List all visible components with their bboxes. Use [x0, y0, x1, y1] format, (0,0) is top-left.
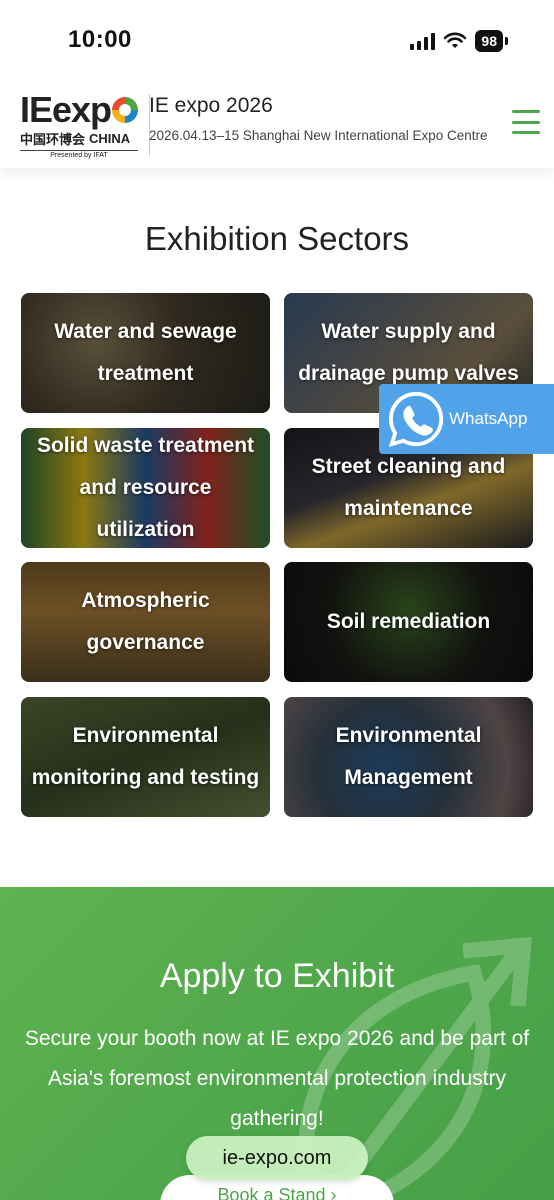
logo-presented-by: Presented by IFAT: [20, 150, 138, 159]
sectors-title: Exhibition Sectors: [144, 220, 410, 257]
sector-label: Solid waste treatment and resource utili…: [36, 434, 255, 541]
sector-card-atmospheric[interactable]: Atmospheric governance: [21, 562, 270, 682]
sector-label: Atmospheric governance: [81, 589, 210, 654]
sector-card-solid-waste[interactable]: Solid waste treatment and resource utili…: [21, 428, 270, 548]
sector-card-soil-remediation[interactable]: Soil remediation: [284, 562, 533, 682]
status-time: 10:00: [68, 26, 132, 53]
browser-url-bar[interactable]: ie-expo.com: [186, 1136, 368, 1180]
url-text: ie-expo.com: [222, 1146, 332, 1169]
whatsapp-button[interactable]: WhatsApp: [379, 384, 554, 454]
sector-card-water-sewage[interactable]: Water and sewage treatment: [21, 293, 270, 413]
status-icons: 98: [410, 30, 508, 52]
hamburger-menu-icon[interactable]: [512, 110, 540, 134]
header-subtitle: 2026.04.13–15 Shanghai New International…: [149, 128, 488, 143]
battery-icon: 98: [475, 30, 508, 52]
apply-title: Apply to Exhibit: [159, 957, 395, 995]
cellular-signal-icon: [410, 32, 436, 50]
logo-wordmark: IEexp: [20, 92, 146, 128]
sector-label: Soil remediation: [326, 610, 491, 633]
sector-label: Environmental Management: [335, 724, 482, 789]
status-bar: 10:00 98: [0, 0, 554, 80]
ie-expo-logo[interactable]: IEexp 中国环博会 CHINA Presented by IFAT: [20, 92, 146, 159]
logo-globe-icon: [112, 97, 139, 123]
book-stand-label: Book a Stand ›: [217, 1185, 337, 1200]
sector-card-env-monitoring[interactable]: Environmental monitoring and testing: [21, 697, 270, 817]
apply-description: Secure your booth now at IE expo 2026 an…: [24, 1027, 530, 1130]
whatsapp-icon: [388, 391, 444, 448]
sector-label: Water and sewage treatment: [54, 320, 237, 385]
battery-level: 98: [475, 30, 503, 52]
logo-subline: 中国环博会 CHINA: [20, 131, 131, 147]
site-header: IEexp 中国环博会 CHINA Presented by IFAT IE e…: [0, 80, 554, 168]
wifi-icon: [444, 32, 467, 48]
whatsapp-label: WhatsApp: [449, 409, 528, 428]
sector-label: Street cleaning and maintenance: [311, 455, 506, 520]
sector-card-env-management[interactable]: Environmental Management: [284, 697, 533, 817]
sector-label: Environmental monitoring and testing: [31, 724, 260, 789]
sector-label: Water supply and drainage pump valves: [298, 320, 519, 385]
header-title: IE expo 2026: [149, 94, 273, 117]
